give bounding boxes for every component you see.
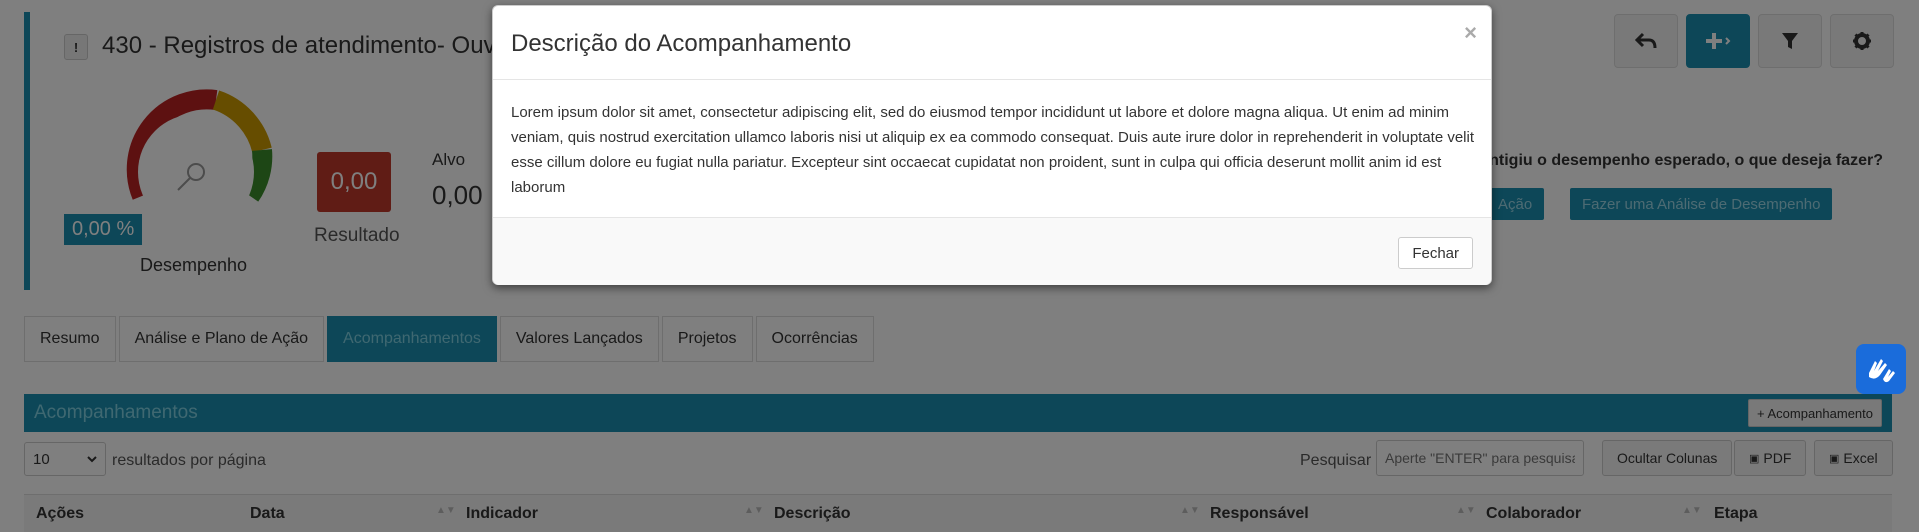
sign-language-icon (1869, 359, 1895, 383)
description-modal: Descrição do Acompanhamento × Lorem ipsu… (492, 5, 1492, 285)
page: ! 430 - Registros de atendimento- Ouvid … (0, 0, 1919, 532)
modal-footer: Fechar (493, 217, 1491, 285)
modal-title: Descrição do Acompanhamento (511, 30, 852, 57)
close-icon[interactable]: × (1464, 20, 1477, 46)
modal-header: Descrição do Acompanhamento × (493, 6, 1491, 80)
accessibility-button[interactable] (1856, 344, 1906, 394)
modal-body-text: Lorem ipsum dolor sit amet, consectetur … (511, 104, 1475, 196)
close-button[interactable]: Fechar (1398, 237, 1473, 269)
